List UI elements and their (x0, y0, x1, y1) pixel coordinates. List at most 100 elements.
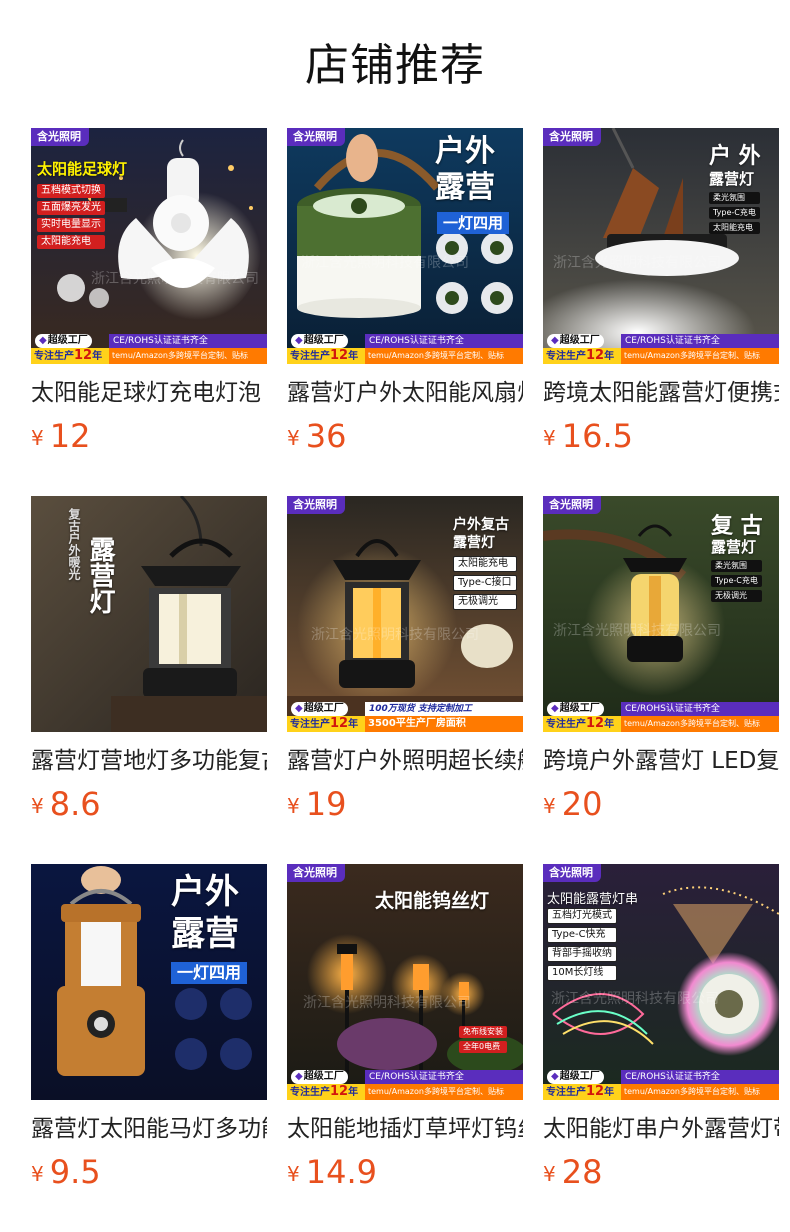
factory-badge: ◆超级工厂 (547, 702, 604, 716)
badge-one-lamp-four-uses: 一灯四用 (437, 212, 510, 234)
product-name[interactable]: 露营灯户外照明超长续航 (287, 744, 523, 778)
factory-banner: ◆超级工厂 CE/ROHS认证证书齐全 专注生产12年 temu/Amazon多… (543, 334, 779, 364)
currency-symbol: ¥ (543, 794, 556, 818)
product-image[interactable]: 含光照明 太阳能钨丝灯 免布线安装 全年0电费 浙江含光照明科技有限公司 ◆超级… (287, 864, 523, 1100)
factory-badge: ◆超级工厂 (291, 334, 348, 348)
price-value: 28 (561, 1153, 603, 1191)
product-card[interactable]: 含光照明 太阳能露营灯串 五档灯光模式 Type-C快充 背部手摇收纳 10M长… (543, 864, 779, 1232)
currency-symbol: ¥ (287, 794, 300, 818)
currency-symbol: ¥ (287, 426, 300, 450)
cert-text: CE/ROHS认证证书齐全 (621, 1070, 779, 1084)
page-title: 店铺推荐 (305, 40, 485, 91)
brand-tag: 含光照明 (31, 128, 89, 146)
brand-tag: 含光照明 (543, 128, 601, 146)
product-name[interactable]: 太阳能足球灯充电灯泡 (31, 376, 267, 410)
product-card[interactable]: 户外 露营 一灯四用 露营灯太阳能马灯多功能 ¥9.5 (31, 864, 267, 1232)
product-image[interactable]: 含光照明 户外 露营 一灯四用 浙江含光照明科技有限公司 ◆超级工厂 CE/RO… (287, 128, 523, 364)
factory-banner: ◆超级工厂 CE/ROHS认证证书齐全 专注生产12年 temu/Amazon多… (543, 702, 779, 732)
amazon-text: temu/Amazon多跨境平台定制、贴标 (365, 1084, 523, 1100)
years-text: 专注生产12年 (287, 1084, 365, 1100)
feature-tag: 无极调光 (711, 590, 762, 602)
product-price: ¥12 (31, 416, 267, 456)
amazon-text: temu/Amazon多跨境平台定制、贴标 (109, 348, 267, 364)
image-headline: 户外 (435, 134, 495, 169)
amazon-text: temu/Amazon多跨境平台定制、贴标 (621, 1084, 779, 1100)
product-card[interactable]: 含光照明 户 外 露营灯 柔光氛围 Type-C充电 太阳能充电 浙江含光照明科… (543, 128, 779, 496)
product-name[interactable]: 露营灯户外太阳能风扇灯 (287, 376, 523, 410)
product-name[interactable]: 露营灯太阳能马灯多功能 (31, 1112, 267, 1146)
vertical-title: 露营灯 (85, 536, 115, 614)
product-image[interactable]: 含光照明 复 古 露营灯 柔光氛围 Type-C充电 无极调光 浙江含光照明科技… (543, 496, 779, 732)
product-card[interactable]: 复古户外暖光 露营灯 露营灯营地灯多功能复古 ¥8.6 (31, 496, 267, 864)
product-price: ¥19 (287, 784, 523, 824)
product-image[interactable]: 含光照明 太阳能露营灯串 五档灯光模式 Type-C快充 背部手摇收纳 10M长… (543, 864, 779, 1100)
watermark: 浙江含光照明科技有限公司 (553, 623, 721, 639)
brand-tag: 含光照明 (287, 864, 345, 882)
product-grid: 含光照明 太阳能足球灯 五档模式切换 五面爆亮发光 实时电量显示 太阳能充电 浙… (31, 128, 779, 1232)
product-name[interactable]: 太阳能地插灯草坪灯钨丝灯 (287, 1112, 523, 1146)
years-text: 专注生产12年 (543, 348, 621, 364)
watermark: 浙江含光照明科技有限公司 (311, 627, 479, 643)
product-image[interactable]: 户外 露营 一灯四用 (31, 864, 267, 1100)
feature-list: 太阳能充电 Type-C接口 无极调光 (453, 556, 517, 610)
product-card[interactable]: 含光照明 户外复古 露营灯 太阳能充电 Type-C接口 无极调光 浙江含光照明… (287, 496, 523, 864)
feature-tag: Type-C接口 (453, 575, 517, 591)
product-name[interactable]: 跨境太阳能露营灯便携式 (543, 376, 779, 410)
product-card[interactable]: 含光照明 户外 露营 一灯四用 浙江含光照明科技有限公司 ◆超级工厂 CE/RO… (287, 128, 523, 496)
amazon-text: temu/Amazon多跨境平台定制、贴标 (365, 348, 523, 364)
factory-badge: ◆超级工厂 (291, 702, 348, 716)
product-price: ¥36 (287, 416, 523, 456)
feature-list: 五档模式切换 五面爆亮发光 实时电量显示 太阳能充电 (37, 184, 105, 249)
image-headline-2: 露营 (171, 914, 239, 954)
feature-tag: 五面爆亮发光 (37, 201, 105, 215)
product-card[interactable]: 含光照明 太阳能足球灯 五档模式切换 五面爆亮发光 实时电量显示 太阳能充电 浙… (31, 128, 267, 496)
diamond-icon: ◆ (39, 335, 47, 346)
feature-tag: 五档模式切换 (37, 184, 105, 198)
product-price: ¥20 (543, 784, 779, 824)
factory-banner: ◆超级工厂 CE/ROHS认证证书齐全 专注生产12年 temu/Amazon多… (287, 334, 523, 364)
watermark: 浙江含光照明科技有限公司 (553, 255, 721, 271)
product-card[interactable]: 含光照明 复 古 露营灯 柔光氛围 Type-C充电 无极调光 浙江含光照明科技… (543, 496, 779, 864)
product-name[interactable]: 太阳能灯串户外露营灯带 (543, 1112, 779, 1146)
watermark: 浙江含光照明科技有限公司 (551, 991, 719, 1007)
years-text: 专注生产12年 (31, 348, 109, 364)
badge-one-lamp-four-uses: 一灯四用 (171, 962, 248, 984)
years-text: 专注生产12年 (287, 716, 365, 732)
store-recommendations-page: 店铺推荐 含光照明 太阳能足球灯 五档模式切换 五面爆亮发光 实时电量显示 太阳… (0, 0, 790, 1232)
price-value: 36 (305, 417, 347, 455)
feature-tag: 10M长灯线 (547, 965, 617, 981)
feature-list: 免布线安装 全年0电费 (459, 1026, 507, 1053)
product-image[interactable]: 含光照明 太阳能足球灯 五档模式切换 五面爆亮发光 实时电量显示 太阳能充电 浙… (31, 128, 267, 364)
currency-symbol: ¥ (543, 1162, 556, 1186)
diamond-icon: ◆ (551, 335, 559, 346)
image-headline-2: 露营灯 (709, 170, 755, 188)
factory-banner: ◆超级工厂 100万现货 支持定制加工 专注生产12年 3500平生产厂房面积 (287, 702, 523, 732)
feature-tag: 背部手摇收纳 (547, 946, 617, 962)
factory-badge: ◆超级工厂 (547, 334, 604, 348)
watermark: 浙江含光照明科技有限公司 (301, 255, 469, 271)
factory-banner: ◆超级工厂 CE/ROHS认证证书齐全 专注生产12年 temu/Amazon多… (287, 1070, 523, 1100)
product-image[interactable]: 复古户外暖光 露营灯 (31, 496, 267, 732)
factory-banner: ◆超级工厂 CE/ROHS认证证书齐全 专注生产12年 temu/Amazon多… (543, 1070, 779, 1100)
price-value: 9.5 (49, 1153, 101, 1191)
watermark: 浙江含光照明科技有限公司 (91, 271, 259, 287)
feature-tag: 全年0电费 (459, 1041, 507, 1053)
image-headline: 太阳能足球灯 (37, 160, 128, 178)
price-value: 14.9 (305, 1153, 377, 1191)
product-card[interactable]: 含光照明 太阳能钨丝灯 免布线安装 全年0电费 浙江含光照明科技有限公司 ◆超级… (287, 864, 523, 1232)
feature-tag: 柔光氛围 (709, 192, 760, 204)
product-name[interactable]: 跨境户外露营灯 LED复古 (543, 744, 779, 778)
stock-text: 100万现货 支持定制加工 (365, 702, 523, 716)
product-name[interactable]: 露营灯营地灯多功能复古 (31, 744, 267, 778)
product-image[interactable]: 含光照明 户外复古 露营灯 太阳能充电 Type-C接口 无极调光 浙江含光照明… (287, 496, 523, 732)
factory-badge: ◆超级工厂 (547, 1070, 604, 1084)
brand-tag: 含光照明 (287, 128, 345, 146)
diamond-icon: ◆ (295, 1071, 303, 1082)
product-price: ¥16.5 (543, 416, 779, 456)
brand-tag: 含光照明 (543, 864, 601, 882)
diamond-icon: ◆ (551, 1071, 559, 1082)
feature-tag: 免布线安装 (459, 1026, 507, 1038)
feature-tag: 太阳能充电 (709, 222, 760, 234)
product-image[interactable]: 含光照明 户 外 露营灯 柔光氛围 Type-C充电 太阳能充电 浙江含光照明科… (543, 128, 779, 364)
product-price: ¥28 (543, 1152, 779, 1192)
